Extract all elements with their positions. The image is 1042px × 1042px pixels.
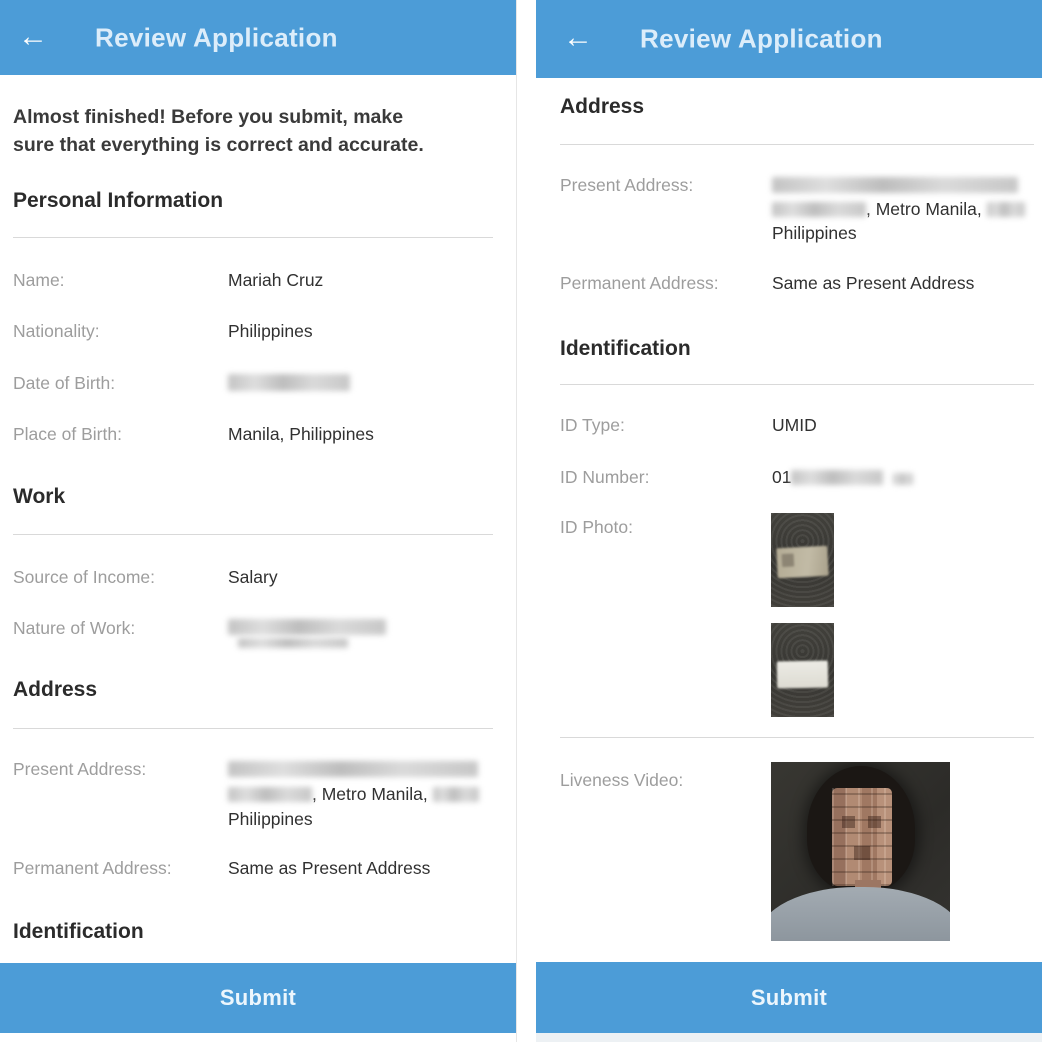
divider [13, 237, 493, 238]
name-label: Name: [13, 268, 65, 292]
id-card-back-image [777, 661, 828, 689]
name-value: Mariah Cruz [228, 268, 323, 293]
back-arrow-icon[interactable]: ← [563, 23, 593, 53]
person-shirt [771, 887, 950, 941]
divider [13, 534, 493, 535]
section-heading-address: Address [13, 678, 97, 702]
present-address-label: Present Address: [560, 173, 693, 197]
id-type-label: ID Type: [560, 413, 625, 437]
page-title: Review Application [95, 22, 338, 53]
pob-label: Place of Birth: [13, 422, 122, 446]
dob-label: Date of Birth: [13, 371, 115, 395]
nature-of-work-value-redacted [238, 638, 348, 648]
nature-of-work-label: Nature of Work: [13, 616, 135, 640]
permanent-address-label: Permanent Address: [560, 271, 720, 295]
redacted-address-part [772, 202, 866, 217]
section-heading-identification: Identification [560, 337, 691, 361]
redacted-address-part [433, 787, 479, 802]
section-heading-personal-information: Personal Information [13, 189, 223, 213]
id-card-front-image [776, 546, 829, 579]
page-title: Review Application [640, 24, 883, 55]
id-number-visible-digits: 01 [772, 467, 791, 487]
id-photo-label: ID Photo: [560, 515, 633, 539]
redacted-id-number [893, 473, 913, 485]
present-address-country: Philippines [228, 807, 504, 832]
divider [560, 144, 1034, 145]
permanent-address-value: Same as Present Address [772, 271, 974, 296]
liveness-video-label: Liveness Video: [560, 768, 683, 792]
submit-button[interactable]: Submit [536, 962, 1042, 1033]
permanent-address-value: Same as Present Address [228, 856, 430, 881]
redacted-address-part [228, 787, 312, 802]
present-address-metro-text: , Metro Manila, [312, 784, 428, 804]
id-photo-back-thumbnail[interactable] [771, 623, 834, 717]
present-address-value: , Metro Manila, Philippines [228, 757, 504, 832]
present-address-label: Present Address: [13, 757, 146, 781]
right-screen: ← Review Application Address Present Add… [536, 0, 1042, 1042]
divider [560, 384, 1034, 385]
right-app-bar: ← Review Application [536, 0, 1042, 78]
nature-of-work-value-redacted [228, 619, 386, 635]
submit-button[interactable]: Submit [0, 963, 516, 1033]
pixel-block [854, 846, 870, 860]
divider [560, 737, 1034, 738]
pixel-block [842, 816, 855, 828]
pixelation-overlay [832, 788, 892, 886]
left-screen: ← Review Application Almost finished! Be… [0, 0, 517, 1042]
id-number-value: 01 [772, 465, 913, 490]
present-address-value: , Metro Manila, Philippines [772, 173, 1036, 245]
pob-value: Manila, Philippines [228, 422, 374, 447]
liveness-video-thumbnail[interactable] [771, 762, 950, 941]
section-heading-identification: Identification [13, 920, 144, 944]
nationality-label: Nationality: [13, 319, 100, 343]
pixel-block [868, 816, 881, 828]
redacted-address-line [228, 761, 478, 777]
source-of-income-value: Salary [228, 565, 278, 590]
id-type-value: UMID [772, 413, 817, 438]
permanent-address-label: Permanent Address: [13, 856, 173, 880]
section-heading-work: Work [13, 485, 65, 509]
pixelated-face [832, 788, 892, 886]
source-of-income-label: Source of Income: [13, 565, 155, 589]
bottom-strip [536, 1033, 1042, 1042]
left-app-bar: ← Review Application [0, 0, 516, 75]
divider [13, 728, 493, 729]
id-number-label: ID Number: [560, 465, 649, 489]
section-heading-address: Address [560, 95, 644, 119]
redacted-id-number [791, 470, 883, 485]
redacted-address-line [772, 177, 1018, 193]
id-photo-front-thumbnail[interactable] [771, 513, 834, 607]
intro-line-1: Almost finished! Before you submit, make [13, 103, 503, 131]
intro-line-2: sure that everything is correct and accu… [13, 131, 503, 159]
present-address-metro-text: , Metro Manila, [866, 199, 982, 219]
redacted-address-part [987, 202, 1025, 217]
back-arrow-icon[interactable]: ← [18, 21, 48, 51]
dob-value-redacted [228, 374, 350, 391]
intro-text: Almost finished! Before you submit, make… [13, 103, 503, 159]
present-address-country: Philippines [772, 221, 1036, 245]
nationality-value: Philippines [228, 319, 313, 344]
